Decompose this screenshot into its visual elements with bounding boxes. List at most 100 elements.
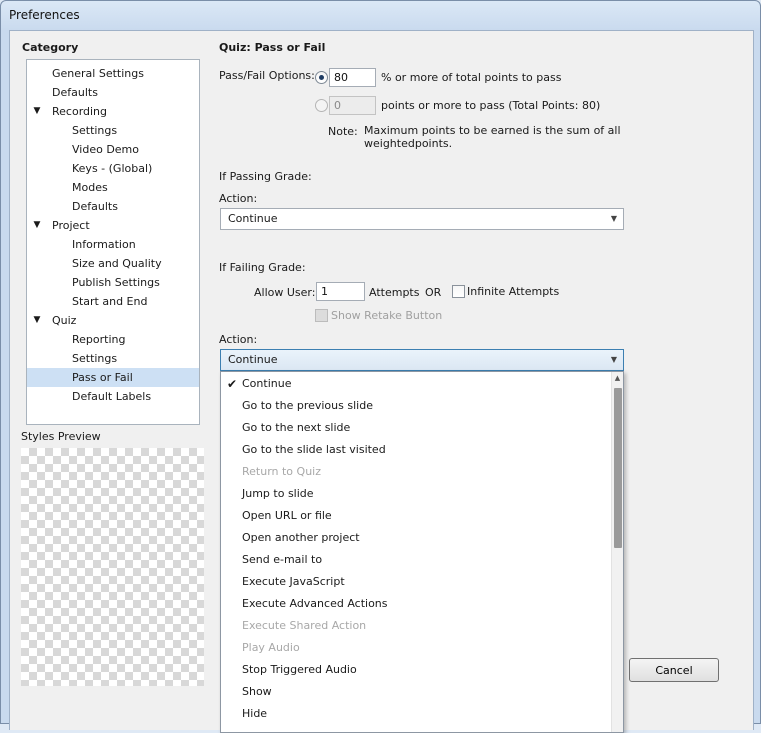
note-label: Note: <box>328 125 358 138</box>
tree-item[interactable]: ▼ Project <box>27 216 199 235</box>
scroll-up-icon[interactable]: ▲ <box>612 372 623 384</box>
option-item[interactable]: Go to the slide last visited <box>221 439 611 461</box>
infinite-attempts-label: Infinite Attempts <box>467 285 560 298</box>
option-label: Show <box>242 685 272 698</box>
tree-item[interactable]: Start and End <box>27 292 199 311</box>
option-label: Go to the previous slide <box>242 399 373 412</box>
expand-arrow-icon[interactable]: ▼ <box>31 102 43 121</box>
tree-item[interactable]: Defaults <box>27 197 199 216</box>
category-tree[interactable]: General Settings Defaults ▼ Recording Settin… <box>26 59 200 425</box>
option-item: Execute Shared Action <box>221 615 611 637</box>
points-input[interactable] <box>329 96 376 115</box>
option-item[interactable]: Go to the previous slide <box>221 395 611 417</box>
option-label: Execute Shared Action <box>242 619 367 632</box>
option-item[interactable]: Execute JavaScript <box>221 571 611 593</box>
option-label: Execute JavaScript <box>242 575 345 588</box>
option-item: Return to Quiz <box>221 461 611 483</box>
option-label: Jump to slide <box>242 487 314 500</box>
option-item[interactable]: Open URL or file <box>221 505 611 527</box>
tree-item-label: Information <box>72 238 136 251</box>
option-label: Open another project <box>242 531 360 544</box>
cancel-button[interactable]: Cancel <box>629 658 719 682</box>
option-label: Open URL or file <box>242 509 332 522</box>
option-item[interactable]: Go to the next slide <box>221 417 611 439</box>
tree-item-label: Project <box>52 219 90 232</box>
option-label: Return to Quiz <box>242 465 321 478</box>
tree-item-label: Modes <box>72 181 108 194</box>
option-item[interactable]: Execute Advanced Actions <box>221 593 611 615</box>
percent-text: % or more of total points to pass <box>381 71 562 84</box>
passing-action-dropdown[interactable]: Continue ▼ <box>220 208 624 230</box>
tree-item[interactable]: Keys - (Global) <box>27 159 199 178</box>
tree-item[interactable]: ▼ Recording <box>27 102 199 121</box>
tree-item-label: General Settings <box>52 67 144 80</box>
option-item[interactable]: ✔ Continue <box>221 373 611 395</box>
percent-input[interactable] <box>329 68 376 87</box>
option-label: Hide <box>242 707 268 720</box>
option-item[interactable]: Jump to slide <box>221 483 611 505</box>
failing-action-label: Action: <box>219 333 258 346</box>
retake-label: Show Retake Button <box>331 309 443 322</box>
scroll-thumb[interactable] <box>614 388 622 548</box>
option-item[interactable]: Open another project <box>221 527 611 549</box>
tree-item[interactable]: ▼ Quiz <box>27 311 199 330</box>
option-item[interactable]: Show <box>221 681 611 703</box>
passing-heading: If Passing Grade: <box>219 170 312 183</box>
tree-item-label: Start and End <box>72 295 148 308</box>
tree-item-label: Keys - (Global) <box>72 162 153 175</box>
styles-preview <box>21 448 204 686</box>
option-label: Execute Advanced Actions <box>242 597 388 610</box>
tree-item-label: Video Demo <box>72 143 139 156</box>
tree-item[interactable]: Modes <box>27 178 199 197</box>
checkmark-icon: ✔ <box>227 377 238 391</box>
tree-item[interactable]: Settings <box>27 121 199 140</box>
list-scrollbar[interactable]: ▲ <box>611 372 623 732</box>
option-label: Go to the slide last visited <box>242 443 386 456</box>
tree-item-label: Quiz <box>52 314 77 327</box>
failing-action-dropdown[interactable]: Continue ▼ <box>220 349 624 371</box>
tree-item[interactable]: Information <box>27 235 199 254</box>
option-label: Send e-mail to <box>242 553 323 566</box>
tree-item[interactable]: Defaults <box>27 83 199 102</box>
chevron-down-icon: ▼ <box>610 214 617 223</box>
tree-item[interactable]: Publish Settings <box>27 273 199 292</box>
tree-item-label: Defaults <box>52 86 98 99</box>
tree-item[interactable]: Size and Quality <box>27 254 199 273</box>
infinite-attempts-checkbox[interactable] <box>452 285 465 298</box>
tree-item[interactable]: Reporting <box>27 330 199 349</box>
tree-item[interactable]: Video Demo <box>27 140 199 159</box>
category-heading: Category <box>22 41 79 54</box>
chevron-down-icon: ▼ <box>610 355 617 364</box>
tree-item-label: Publish Settings <box>72 276 160 289</box>
pass-fail-label: Pass/Fail Options: <box>219 69 315 82</box>
page-title: Quiz: Pass or Fail <box>219 41 326 54</box>
tree-item[interactable]: Pass or Fail <box>27 368 199 387</box>
tree-item-label: Settings <box>72 352 118 365</box>
retake-checkbox[interactable] <box>315 309 328 322</box>
tree-item-label: Default Labels <box>72 390 152 403</box>
tree-item-label: Pass or Fail <box>72 371 133 384</box>
option-label: Play Audio <box>242 641 300 654</box>
passing-action-label: Action: <box>219 192 258 205</box>
tree-item-label: Size and Quality <box>72 257 162 270</box>
note-line-2: weightedpoints. <box>364 137 453 150</box>
option-item: Play Audio <box>221 637 611 659</box>
tree-item[interactable]: General Settings <box>27 64 199 83</box>
points-radio[interactable] <box>315 99 328 112</box>
expand-arrow-icon[interactable]: ▼ <box>31 216 43 235</box>
tree-item[interactable]: Settings <box>27 349 199 368</box>
passing-action-value: Continue <box>228 212 278 225</box>
attempts-input[interactable] <box>316 282 365 301</box>
dialog-client: Category General Settings Defaults ▼ Record… <box>9 30 754 733</box>
or-label: OR <box>425 286 442 299</box>
action-options-list[interactable]: ✔ Continue Go to the previous slide Go to t… <box>220 371 624 733</box>
styles-preview-label: Styles Preview <box>21 430 101 443</box>
expand-arrow-icon[interactable]: ▼ <box>31 311 43 330</box>
option-item[interactable]: Send e-mail to <box>221 549 611 571</box>
note-line-1: Maximum points to be earned is the sum o… <box>364 124 621 137</box>
option-item[interactable]: Hide <box>221 703 611 725</box>
option-item[interactable]: Stop Triggered Audio <box>221 659 611 681</box>
tree-item-label: Recording <box>52 105 108 118</box>
tree-item[interactable]: Default Labels <box>27 387 199 406</box>
percent-radio[interactable] <box>315 71 328 84</box>
